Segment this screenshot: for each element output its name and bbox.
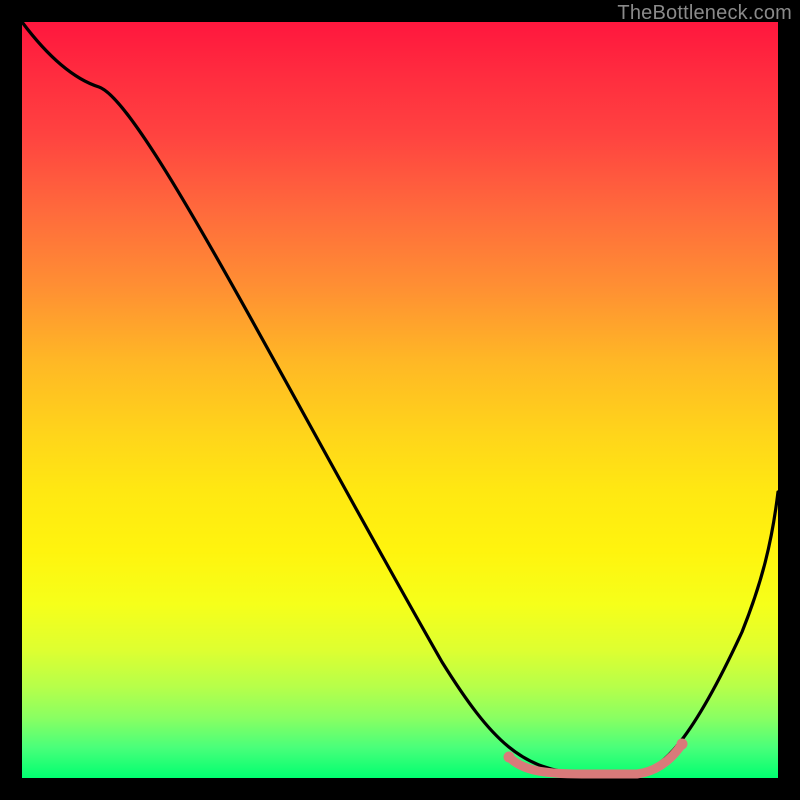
optimal-highlight-path	[509, 744, 682, 774]
highlight-dot-right	[677, 739, 688, 750]
bottleneck-curve-path	[22, 22, 778, 774]
curve-svg	[22, 22, 778, 778]
chart-container: TheBottleneck.com	[0, 0, 800, 800]
highlight-dot-left	[504, 752, 515, 763]
watermark-text: TheBottleneck.com	[617, 2, 792, 25]
plot-area	[22, 22, 778, 778]
